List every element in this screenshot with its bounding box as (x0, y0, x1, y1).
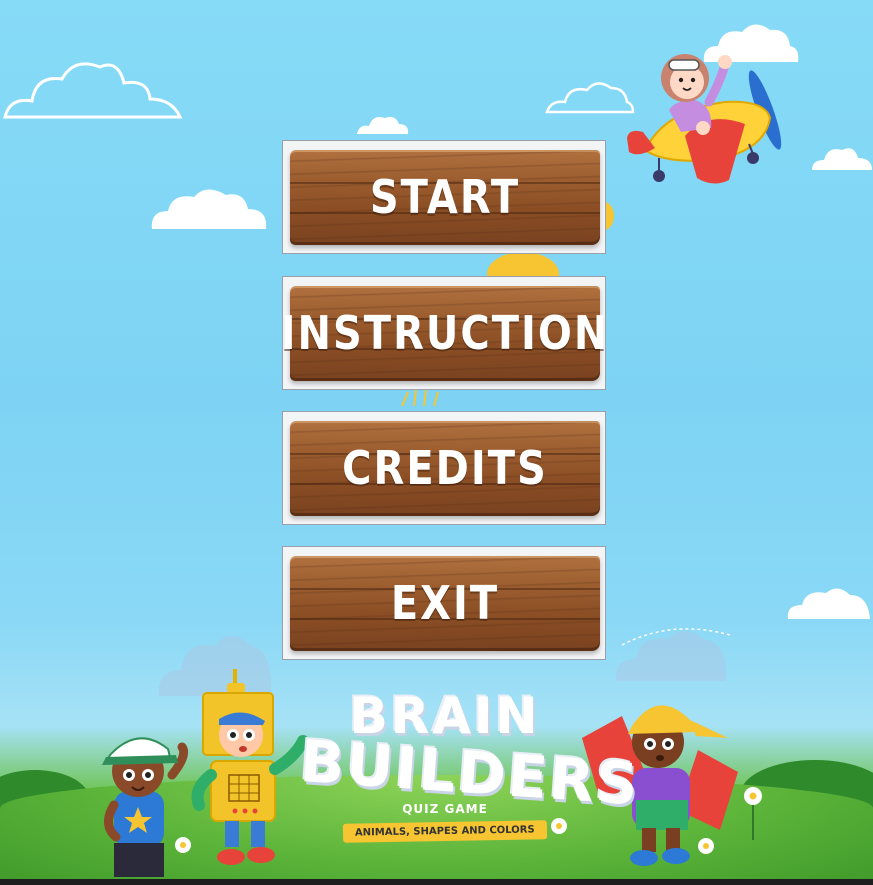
wood-plank: START (290, 150, 600, 245)
robot-kid-character (191, 669, 309, 865)
credits-button[interactable]: CREDITS (282, 411, 606, 525)
sun-icon (401, 389, 439, 407)
cloud-icon (787, 588, 870, 619)
wood-plank: CREDITS (290, 421, 600, 516)
cloud-icon (151, 189, 267, 229)
cloud-icon (812, 148, 872, 170)
exit-button-label: EXIT (390, 577, 500, 630)
bottom-edge (0, 879, 873, 885)
start-button-label: START (369, 171, 521, 224)
logo-line2: BUILDERS (297, 726, 642, 819)
airplane-icon (627, 54, 782, 184)
exit-button[interactable]: EXIT (282, 546, 606, 660)
main-menu-screen: START INSTRUCTION CREDITS EXIT BRAIN BUI… (0, 0, 873, 885)
wood-plank: INSTRUCTION (281, 286, 607, 381)
game-logo: BRAIN BUILDERS QUIZ GAME ANIMALS, SHAPES… (297, 690, 642, 860)
cap-kid-character (102, 737, 189, 877)
logo-banner: ANIMALS, SHAPES AND COLORS (343, 820, 547, 843)
cloud-icon (3, 62, 183, 119)
wood-plank: EXIT (290, 556, 600, 651)
cloud-icon (357, 116, 409, 134)
cloud-icon (615, 628, 731, 681)
instruction-button[interactable]: INSTRUCTION (281, 276, 607, 390)
credits-button-label: CREDITS (342, 442, 548, 495)
cloud-icon (545, 82, 635, 114)
start-button[interactable]: START (282, 140, 606, 254)
instruction-button-label: INSTRUCTION (280, 307, 610, 360)
